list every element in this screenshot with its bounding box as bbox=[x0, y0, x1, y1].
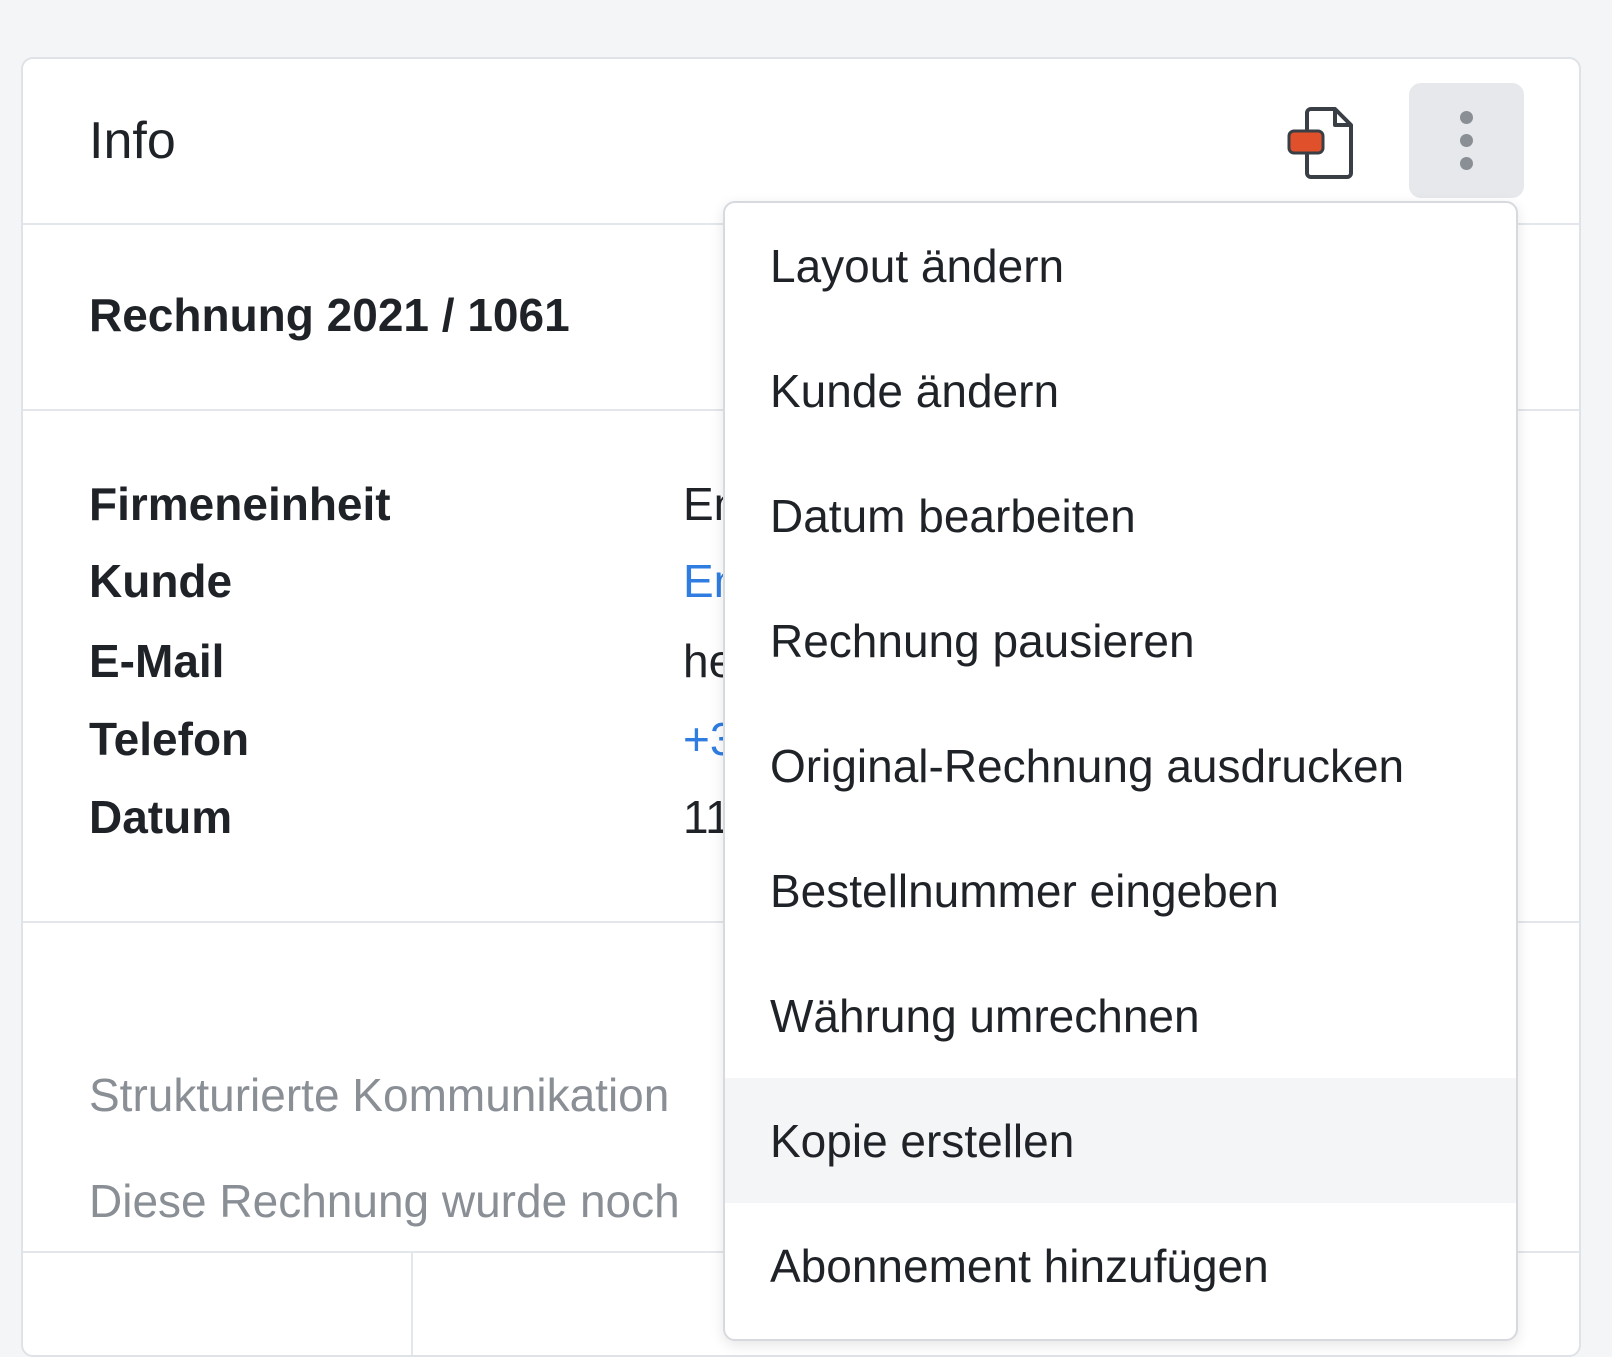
structured-communication-text: Strukturierte Kommunikation bbox=[89, 1069, 670, 1121]
menu-item-bestellnummer-eingeben[interactable]: Bestellnummer eingeben bbox=[725, 828, 1516, 953]
more-vertical-icon bbox=[1460, 111, 1473, 124]
invoice-title: Rechnung 2021 / 1061 bbox=[89, 289, 570, 341]
detail-label: Telefon bbox=[89, 713, 250, 765]
menu-item-rechnung-pausieren[interactable]: Rechnung pausieren bbox=[725, 578, 1516, 703]
more-vertical-icon-dot bbox=[1460, 157, 1473, 170]
card-title: Info bbox=[89, 112, 176, 170]
more-options-button[interactable] bbox=[1409, 83, 1524, 198]
menu-item-layout-aendern[interactable]: Layout ändern bbox=[725, 203, 1516, 328]
menu-item-waehrung-umrechnen[interactable]: Währung umrechnen bbox=[725, 953, 1516, 1078]
menu-item-datum-bearbeiten[interactable]: Datum bearbeiten bbox=[725, 453, 1516, 578]
more-options-menu: Layout ändern Kunde ändern Datum bearbei… bbox=[723, 201, 1518, 1341]
menu-item-original-rechnung-ausdrucken[interactable]: Original-Rechnung ausdrucken bbox=[725, 703, 1516, 828]
more-vertical-icon-dot bbox=[1460, 134, 1473, 147]
menu-item-kopie-erstellen[interactable]: Kopie erstellen bbox=[725, 1078, 1516, 1203]
detail-label: Kunde bbox=[89, 555, 233, 607]
column-divider bbox=[411, 1253, 413, 1355]
detail-label: Datum bbox=[89, 791, 233, 843]
detail-label: E-Mail bbox=[89, 635, 225, 687]
menu-item-kunde-aendern[interactable]: Kunde ändern bbox=[725, 328, 1516, 453]
detail-label: Firmeneinheit bbox=[89, 478, 391, 530]
pdf-file-icon[interactable] bbox=[1285, 103, 1365, 183]
invoice-status-text: Diese Rechnung wurde noch bbox=[89, 1175, 680, 1227]
menu-item-abonnement-hinzufuegen[interactable]: Abonnement hinzufügen bbox=[725, 1203, 1516, 1328]
pdf-file-icon-svg bbox=[1287, 107, 1353, 179]
